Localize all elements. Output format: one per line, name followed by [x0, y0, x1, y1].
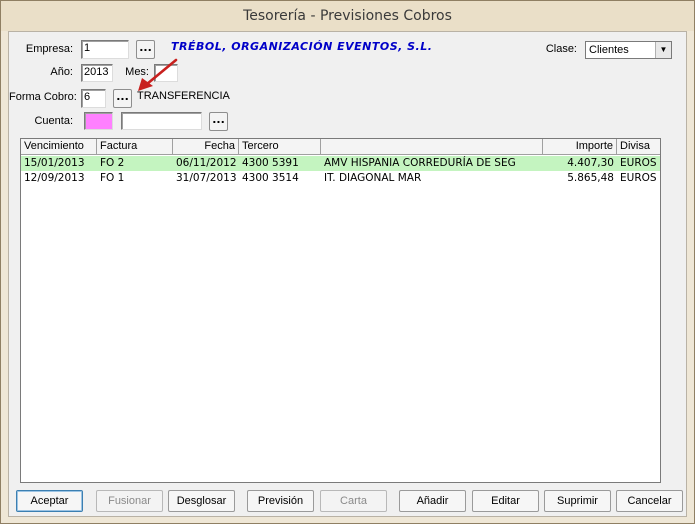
cuenta-description-input[interactable]	[121, 112, 202, 130]
column-header-nombre[interactable]	[321, 139, 543, 155]
cell-tercero: 4300 3514	[242, 172, 299, 184]
anadir-button[interactable]: Añadir	[399, 490, 466, 512]
cell-factura: FO 1	[100, 172, 125, 184]
cell-importe: 4.407,30	[567, 157, 614, 169]
previsiones-table[interactable]: Vencimiento Factura Fecha Tercero Import…	[20, 138, 661, 483]
table-row[interactable]: 15/01/2013 FO 2 06/11/2012 4300 5391 AMV…	[21, 156, 660, 171]
empresa-input[interactable]: 1	[81, 40, 129, 59]
empresa-lookup-button[interactable]: ...	[136, 40, 155, 59]
fusionar-button[interactable]: Fusionar	[96, 490, 163, 512]
forma-cobro-input[interactable]: 6	[81, 89, 106, 108]
cell-factura: FO 2	[100, 157, 125, 169]
cell-vencimiento: 12/09/2013	[24, 172, 85, 184]
cell-divisa: EUROS	[620, 157, 657, 169]
anio-input[interactable]: 2013	[81, 64, 113, 82]
cell-divisa: EUROS	[620, 172, 657, 184]
table-row[interactable]: 12/09/2013 FO 1 31/07/2013 4300 3514 IT.…	[21, 171, 660, 186]
aceptar-button[interactable]: Aceptar	[16, 490, 83, 512]
column-header-tercero[interactable]: Tercero	[239, 139, 321, 155]
clase-label: Clase:	[545, 43, 577, 55]
empresa-label: Empresa:	[25, 43, 73, 55]
suprimir-button[interactable]: Suprimir	[544, 490, 611, 512]
window-title: Tesorería - Previsiones Cobros	[1, 1, 694, 31]
editar-button[interactable]: Editar	[472, 490, 539, 512]
carta-button[interactable]: Carta	[320, 490, 387, 512]
cell-fecha: 31/07/2013	[176, 172, 237, 184]
forma-cobro-name: TRANSFERENCIA	[137, 90, 230, 102]
cell-vencimiento: 15/01/2013	[24, 157, 85, 169]
cancelar-button[interactable]: Cancelar	[616, 490, 683, 512]
column-header-fecha[interactable]: Fecha	[173, 139, 239, 155]
window: Tesorería - Previsiones Cobros Empresa: …	[0, 0, 695, 524]
chevron-down-icon[interactable]: ▼	[655, 42, 671, 58]
desglosar-button[interactable]: Desglosar	[168, 490, 235, 512]
column-header-divisa[interactable]: Divisa	[617, 139, 660, 155]
cuenta-lookup-button[interactable]: ...	[209, 112, 228, 131]
forma-cobro-label: Forma Cobro:	[9, 91, 77, 103]
form-area: Empresa: 1 ... TRÉBOL, ORGANIZACIÓN EVEN…	[8, 31, 687, 517]
column-header-importe[interactable]: Importe	[543, 139, 617, 155]
cuenta-label: Cuenta:	[34, 115, 73, 127]
cell-tercero: 4300 5391	[242, 157, 299, 169]
clase-select[interactable]: Clientes ▼	[585, 41, 672, 59]
column-header-factura[interactable]: Factura	[97, 139, 173, 155]
empresa-name: TRÉBOL, ORGANIZACIÓN EVENTOS, S.L.	[171, 40, 433, 53]
cuenta-input[interactable]	[84, 112, 113, 130]
prevision-button[interactable]: Previsión	[247, 490, 314, 512]
column-header-vencimiento[interactable]: Vencimiento	[21, 139, 97, 155]
clase-select-value: Clientes	[589, 44, 629, 56]
cell-nombre: IT. DIAGONAL MAR	[324, 172, 422, 184]
cell-nombre: AMV HISPANIA CORREDURÍA DE SEG	[324, 157, 516, 169]
cell-importe: 5.865,48	[567, 172, 614, 184]
cell-fecha: 06/11/2012	[176, 157, 237, 169]
anio-label: Año:	[50, 66, 73, 78]
forma-cobro-lookup-button[interactable]: ...	[113, 89, 132, 108]
